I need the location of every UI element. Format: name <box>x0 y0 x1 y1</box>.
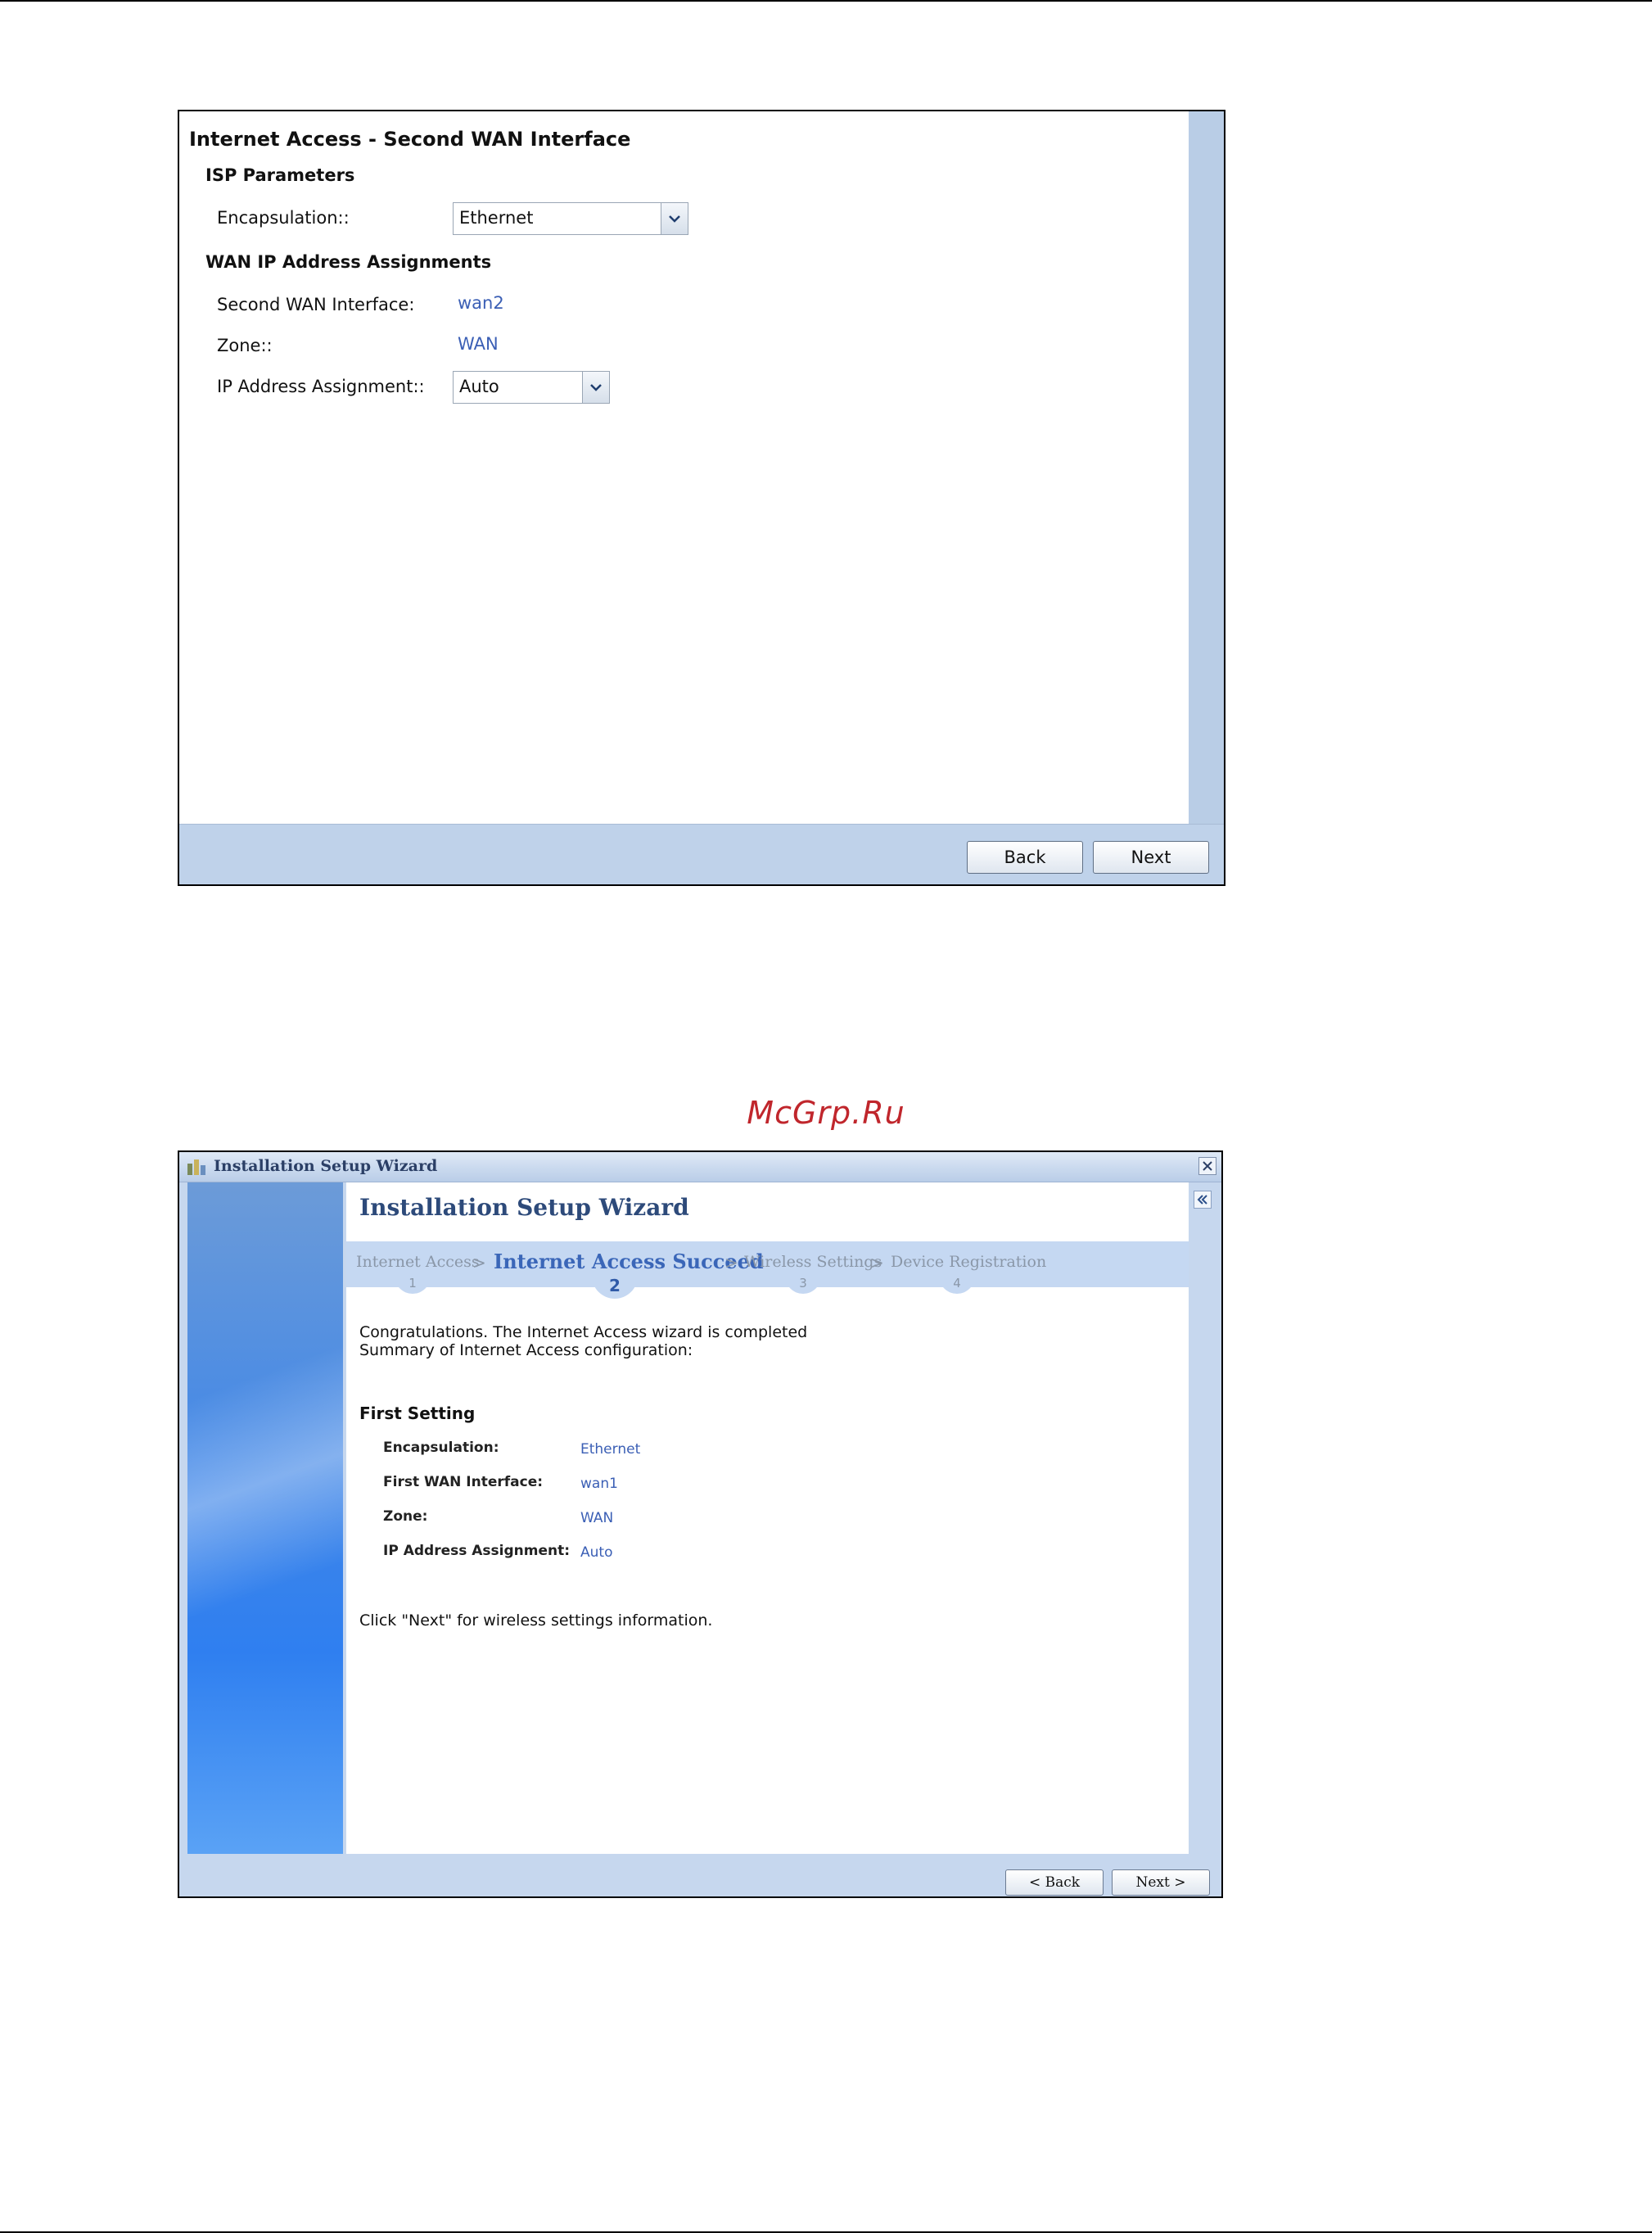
ip-address-assignment-label: IP Address Assignment: <box>383 1543 571 1559</box>
summary-message: Summary of Internet Access configuration… <box>359 1341 693 1359</box>
encapsulation-select[interactable]: Ethernet <box>453 202 688 235</box>
vertical-scrollbar[interactable] <box>1189 111 1224 826</box>
ip-assignment-selected-value: Auto <box>459 377 499 396</box>
back-button[interactable]: Back <box>967 841 1083 874</box>
next-button[interactable]: Next <box>1093 841 1209 874</box>
chevron-right-icon: > <box>724 1253 738 1272</box>
zone-value: WAN <box>580 1510 614 1526</box>
watermark-logo: McGrp.Ru <box>747 1095 905 1131</box>
wizard-side-graphic <box>187 1182 343 1854</box>
encapsulation-value: Ethernet <box>580 1441 641 1458</box>
zone-label: Zone: <box>383 1508 428 1525</box>
next-button[interactable]: Next > <box>1112 1869 1210 1896</box>
second-wan-interface-label: Second WAN Interface: <box>217 295 415 314</box>
step-internet-access: Internet Access <box>356 1253 480 1271</box>
chevron-right-icon: > <box>472 1253 486 1272</box>
second-wan-interface-value: wan2 <box>458 293 504 313</box>
wizard-main-content: Installation Setup Wizard Internet Acces… <box>346 1182 1192 1854</box>
chevron-down-icon[interactable] <box>582 372 609 403</box>
first-wan-interface-label: First WAN Interface: <box>383 1474 544 1490</box>
encapsulation-label: Encapsulation:: <box>217 208 350 228</box>
second-wan-interface-panel: Internet Access - Second WAN Interface I… <box>178 110 1225 886</box>
isp-parameters-heading: ISP Parameters <box>205 165 355 185</box>
step-number-1: 1 <box>395 1274 431 1294</box>
congratulations-message: Congratulations. The Internet Access wiz… <box>359 1323 808 1341</box>
step-number-3: 3 <box>785 1274 821 1294</box>
step-wireless-settings: Wireless Settings <box>744 1253 882 1271</box>
first-wan-interface-value: wan1 <box>580 1476 618 1492</box>
window-titlebar: Installation Setup Wizard <box>179 1152 1221 1182</box>
page-title: Internet Access - Second WAN Interface <box>189 128 631 151</box>
step-number-4: 4 <box>939 1274 975 1294</box>
back-button[interactable]: < Back <box>1005 1869 1104 1896</box>
window-title: Installation Setup Wizard <box>214 1157 438 1175</box>
zone-label: Zone:: <box>217 336 273 355</box>
chevron-down-icon[interactable] <box>661 203 688 234</box>
wizard-right-bar <box>1189 1182 1213 1854</box>
panel-content: Internet Access - Second WAN Interface I… <box>179 111 1190 826</box>
step-device-registration: Device Registration <box>891 1253 1047 1271</box>
step-number-2: 2 <box>592 1274 638 1299</box>
zone-value: WAN <box>458 334 499 354</box>
ip-address-assignment-select[interactable]: Auto <box>453 371 610 404</box>
step-internet-access-succeed: Internet Access Succeed <box>494 1250 764 1273</box>
encapsulation-label: Encapsulation: <box>383 1440 499 1456</box>
wizard-title: Installation Setup Wizard <box>359 1194 689 1221</box>
next-instructions: Click "Next" for wireless settings infor… <box>359 1611 713 1630</box>
encapsulation-selected-value: Ethernet <box>459 208 534 228</box>
first-setting-heading: First Setting <box>359 1404 476 1423</box>
close-icon[interactable] <box>1198 1157 1216 1175</box>
chevron-right-icon: > <box>870 1253 884 1272</box>
wizard-app-icon <box>186 1157 209 1177</box>
ip-address-assignment-value: Auto <box>580 1544 613 1561</box>
page-top-rule <box>0 0 1652 2</box>
wizard-step-bar: Internet Access > Internet Access Succee… <box>346 1241 1192 1299</box>
collapse-double-chevron-icon[interactable] <box>1194 1191 1212 1209</box>
ip-address-assignment-label: IP Address Assignment:: <box>217 377 425 396</box>
installation-wizard-window: Installation Setup Wizard Installation S… <box>178 1150 1223 1898</box>
wan-ip-assignments-heading: WAN IP Address Assignments <box>205 252 492 272</box>
